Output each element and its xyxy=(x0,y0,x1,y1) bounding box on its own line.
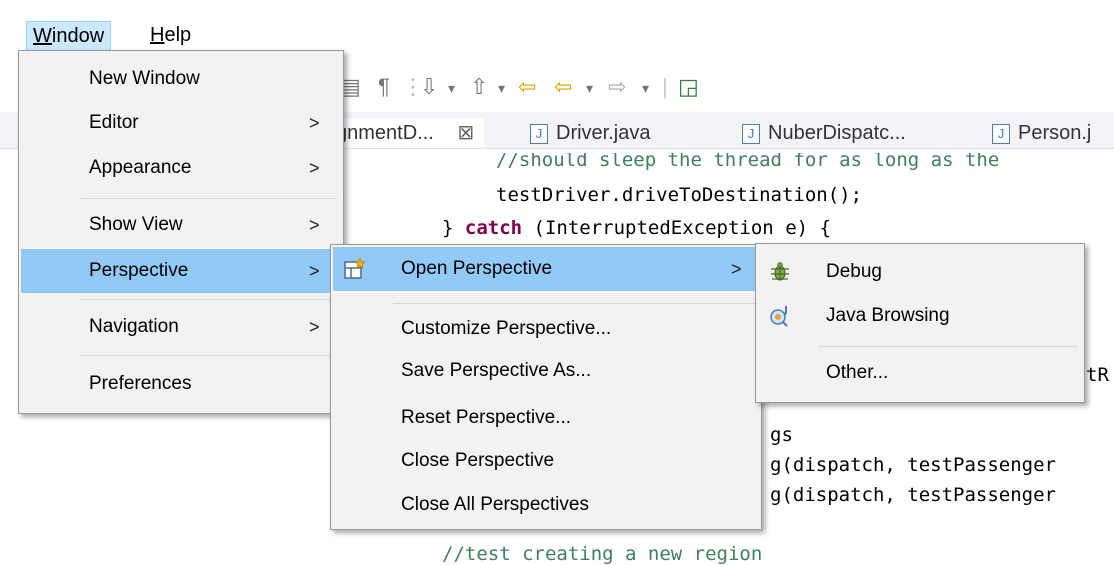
menu-item-label: Navigation xyxy=(89,316,179,337)
menu-item-label: Preferences xyxy=(89,373,192,394)
back-icon[interactable]: ⇦ xyxy=(554,74,572,100)
show-whitespace-icon[interactable]: ¶ xyxy=(378,74,390,100)
submenu-arrow-icon: > xyxy=(309,261,320,281)
menu-item-other[interactable]: Other... xyxy=(756,351,1084,395)
menu-item-label: Show View xyxy=(89,214,183,235)
toolbar: ▤ ¶ ⋮ ⇩ ▾ ⇧ ▾ ⇦ ⇦ ▾ ⇨ ▾ | ◲ xyxy=(340,62,1114,112)
menu-separator xyxy=(818,346,1078,347)
menu-item-label: New Window xyxy=(89,68,200,89)
menu-item-label: Editor xyxy=(89,112,139,133)
menu-item-save-perspective-as[interactable]: Save Perspective As... xyxy=(331,349,761,393)
menu-item-label: Perspective xyxy=(89,260,189,281)
open-perspective-icon xyxy=(344,257,366,279)
chevron-down-icon[interactable]: ▾ xyxy=(642,80,649,97)
menu-item-customize-perspective[interactable]: Customize Perspective... xyxy=(331,307,761,351)
code-line: tR xyxy=(1086,364,1109,386)
chevron-down-icon[interactable]: ▾ xyxy=(498,80,505,97)
code-token: (InterruptedException e) { xyxy=(522,217,831,239)
code-line: g(dispatch, testPassenger xyxy=(770,484,1056,506)
menu-item-label: Close All Perspectives xyxy=(401,494,589,515)
java-file-icon: J xyxy=(992,123,1010,144)
menu-separator xyxy=(81,299,337,300)
java-browsing-icon xyxy=(770,306,788,327)
forward-icon[interactable]: ⇨ xyxy=(608,74,626,100)
menu-item-editor[interactable]: Editor > xyxy=(19,101,343,145)
submenu-arrow-icon: > xyxy=(309,113,320,133)
next-annotation-icon[interactable]: ⇩ xyxy=(420,74,438,100)
tab-label: Person.j xyxy=(1018,122,1092,144)
menu-item-label: Other... xyxy=(826,362,889,383)
tab-nuber-dispatch[interactable]: J NuberDispatc... xyxy=(742,118,906,148)
toolbar-divider: | xyxy=(662,74,668,99)
menu-item-label: Close Perspective xyxy=(401,450,555,471)
chevron-down-icon[interactable]: ▾ xyxy=(448,80,455,97)
menu-item-java-browsing[interactable]: Java Browsing xyxy=(756,294,1084,338)
menu-item-close-perspective[interactable]: Close Perspective xyxy=(331,439,761,483)
menu-item-label: Customize Perspective... xyxy=(401,318,612,339)
menu-help-label: Help xyxy=(150,24,192,46)
menu-item-navigation[interactable]: Navigation > xyxy=(19,305,343,349)
java-file-icon: J xyxy=(742,123,760,144)
menu-separator xyxy=(81,355,337,356)
menu-item-label: Reset Perspective... xyxy=(401,407,572,428)
tab-assignment[interactable]: gnmentD... ⊠ xyxy=(336,118,485,148)
previous-annotation-icon[interactable]: ⇧ xyxy=(470,74,488,100)
menu-item-label: Debug xyxy=(826,261,882,282)
menu-separator xyxy=(393,303,755,304)
menu-item-show-view[interactable]: Show View > xyxy=(19,203,343,247)
menu-item-preferences[interactable]: Preferences xyxy=(19,362,343,406)
debug-bug-icon xyxy=(771,262,789,281)
menu-item-new-window[interactable]: New Window xyxy=(19,57,343,101)
submenu-arrow-icon: > xyxy=(309,158,320,178)
menu-item-debug[interactable]: Debug xyxy=(756,250,1084,294)
java-file-icon: J xyxy=(530,123,548,144)
tab-person[interactable]: J Person.j xyxy=(992,118,1091,148)
submenu-arrow-icon: > xyxy=(309,317,320,337)
submenu-arrow-icon: > xyxy=(309,215,320,235)
last-edit-location-icon[interactable]: ⇦ xyxy=(518,74,536,100)
menu-item-close-all-perspectives[interactable]: Close All Perspectives xyxy=(331,483,761,527)
code-line: //test creating a new region xyxy=(442,543,763,565)
menu-item-perspective[interactable]: Perspective > xyxy=(21,249,341,293)
menu-item-label: Save Perspective As... xyxy=(401,360,592,381)
chevron-down-icon[interactable]: ▾ xyxy=(586,80,593,97)
menu-help[interactable]: Help xyxy=(144,21,197,49)
submenu-arrow-icon: > xyxy=(731,259,742,279)
menu-item-label: Java Browsing xyxy=(826,305,950,326)
tab-label: Driver.java xyxy=(556,122,651,144)
menu-item-label: Appearance xyxy=(89,157,192,178)
menu-window[interactable]: Window xyxy=(26,21,112,51)
code-line: g(dispatch, testPassenger xyxy=(770,454,1056,476)
menu-separator xyxy=(81,198,337,199)
window-menu: New Window Editor > Appearance > Show Vi… xyxy=(18,50,344,414)
close-icon[interactable]: ⊠ xyxy=(457,122,474,144)
code-keyword: catch xyxy=(464,217,523,239)
code-line: //should sleep the thread for as long as… xyxy=(496,149,1000,171)
code-token: } xyxy=(442,217,465,239)
menu-item-appearance[interactable]: Appearance > xyxy=(19,146,343,190)
tab-label: NuberDispatc... xyxy=(768,122,906,144)
code-line: gs xyxy=(770,424,793,446)
menu-item-open-perspective[interactable]: Open Perspective > xyxy=(333,247,759,291)
menu-item-reset-perspective[interactable]: Reset Perspective... xyxy=(331,396,761,440)
open-perspective-submenu: Debug Java Browsing Other... xyxy=(755,243,1085,403)
tab-driver[interactable]: J Driver.java xyxy=(530,118,650,148)
menu-item-label: Open Perspective xyxy=(401,258,553,279)
menu-bar: Window Help xyxy=(0,0,1114,51)
code-line: } catch (InterruptedException e) { xyxy=(442,217,831,239)
perspective-submenu: Open Perspective > Customize Perspective… xyxy=(330,244,762,530)
code-line: testDriver.driveToDestination(); xyxy=(496,184,863,206)
menu-window-label: Window xyxy=(33,25,105,47)
tab-label: gnmentD... xyxy=(336,122,434,144)
pin-editor-icon[interactable]: ◲ xyxy=(678,74,699,100)
